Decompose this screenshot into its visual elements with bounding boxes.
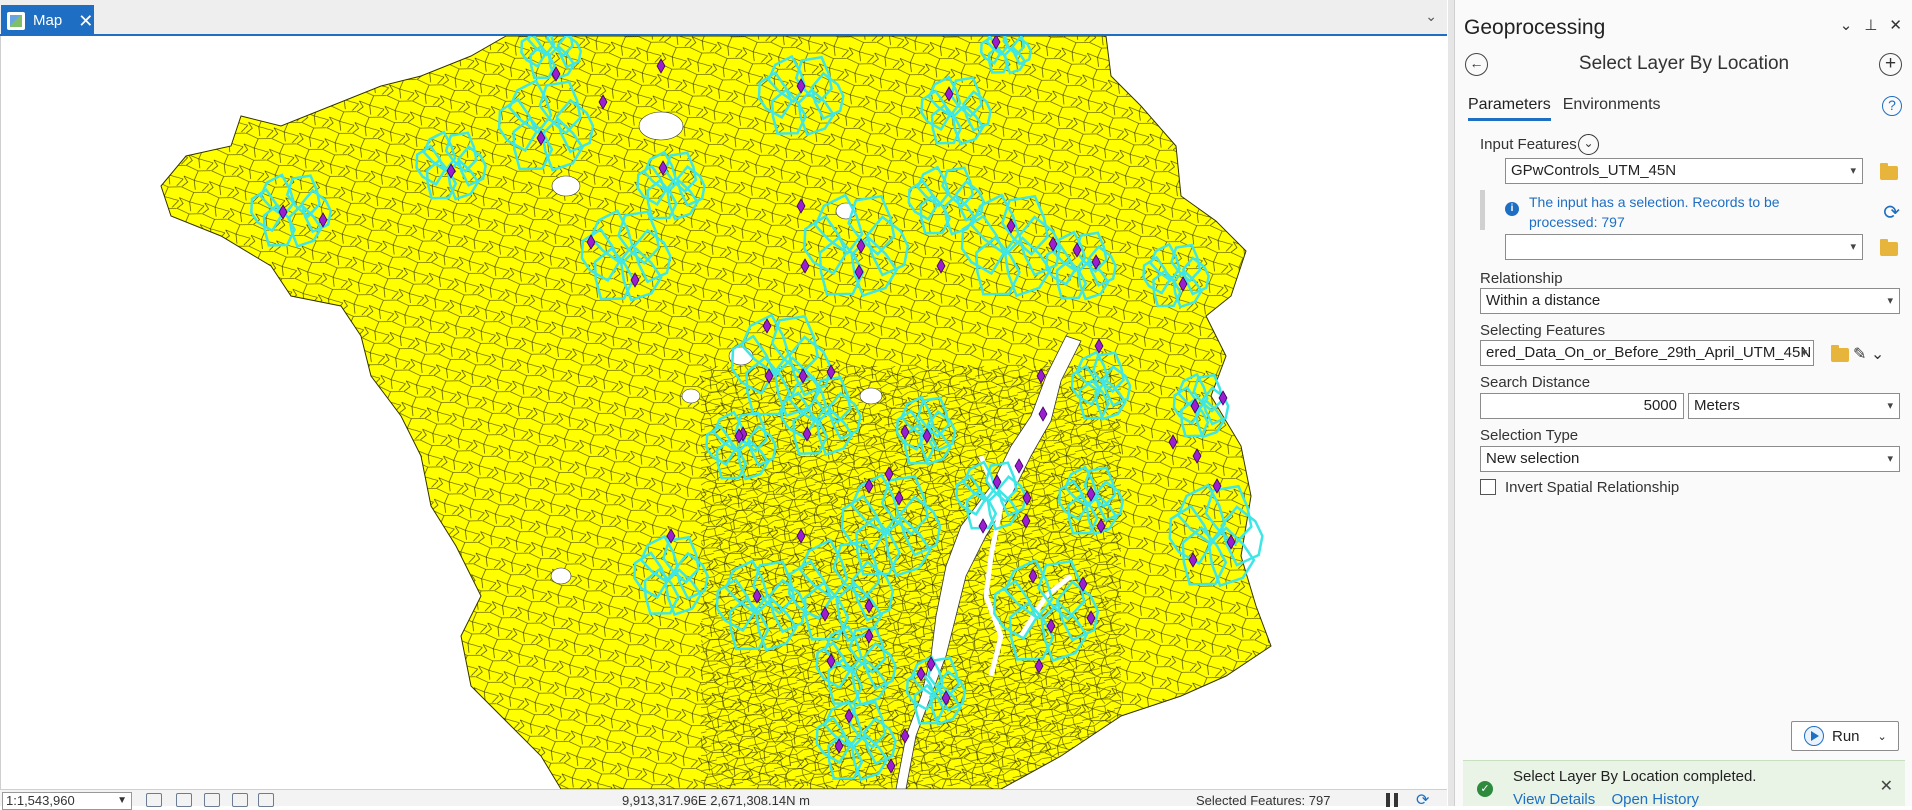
north-arrow-icon[interactable] <box>258 793 274 807</box>
chevron-down-icon: ▾ <box>1850 165 1856 177</box>
help-icon[interactable]: ? <box>1882 96 1902 116</box>
view-details-link[interactable]: View Details <box>1513 791 1595 808</box>
input-features-select-2[interactable]: ▾ <box>1505 234 1863 260</box>
table-icon[interactable] <box>176 793 192 807</box>
pane-controls: ⌄ ⊥ ✕ <box>1840 16 1902 34</box>
chevron-down-icon: ▾ <box>1850 241 1856 253</box>
map-view[interactable] <box>0 36 1447 789</box>
pane-options-chevron-icon[interactable]: ⌄ <box>1840 16 1853 34</box>
map-tab-bar: Map ✕ ⌄ <box>0 0 1447 36</box>
success-message: ✓ Select Layer By Location completed. Vi… <box>1463 760 1905 808</box>
status-bar: 1:1,543,960 ▼ 9,913,317.96E 2,671,308.14… <box>0 789 1447 810</box>
search-distance-input[interactable]: 5000 <box>1480 393 1684 419</box>
scale-selector[interactable]: 1:1,543,960 ▼ <box>2 792 132 810</box>
chevron-down-icon[interactable]: ⌄ <box>1425 8 1437 25</box>
message-links: View Details Open History <box>1513 791 1711 808</box>
selection-type-label: Selection Type <box>1480 427 1579 444</box>
chevron-down-icon: ▾ <box>1887 453 1893 465</box>
selection-type-select[interactable]: New selection ▾ <box>1480 446 1900 472</box>
relationship-value: Within a distance <box>1486 292 1601 309</box>
water-body <box>638 111 684 141</box>
message-text: Select Layer By Location completed. <box>1513 768 1757 785</box>
info-icon: i <box>1505 202 1519 216</box>
tab-map[interactable]: Map ✕ <box>1 5 94 36</box>
chevron-down-icon[interactable]: ⌄ <box>1578 134 1599 155</box>
folder-icon[interactable] <box>1880 239 1898 256</box>
relationship-label: Relationship <box>1480 270 1563 287</box>
run-button[interactable]: Run ⌄ <box>1791 721 1899 751</box>
chevron-down-icon: ▾ <box>1887 400 1893 412</box>
water-body <box>550 567 572 585</box>
pin-icon[interactable]: ⊥ <box>1864 16 1877 34</box>
relationship-select[interactable]: Within a distance ▾ <box>1480 288 1900 314</box>
chevron-down-icon: ▾ <box>1887 295 1893 307</box>
water-body <box>681 388 701 404</box>
selection-info-text: The input has a selection. Records to be… <box>1529 194 1780 230</box>
folder-icon[interactable] <box>1880 163 1898 180</box>
check-circle-icon: ✓ <box>1477 781 1493 797</box>
selecting-features-label: Selecting Features <box>1480 322 1606 339</box>
snapping-icon[interactable] <box>204 793 220 807</box>
invert-label: Invert Spatial Relationship <box>1505 479 1680 496</box>
input-features-label: Input Features <box>1480 136 1577 153</box>
distance-unit-value: Meters <box>1694 397 1740 414</box>
selecting-features-value: ered_Data_On_or_Before_29th_April_UTM_45… <box>1486 344 1812 361</box>
sketch-tool-icon[interactable]: ✎ ⌄ <box>1853 344 1884 364</box>
district-polygons-layer <box>160 36 1272 789</box>
plus-icon: + <box>1884 53 1897 74</box>
pane-tabs: Parameters Environments <box>1468 96 1661 121</box>
invert-checkbox[interactable] <box>1480 479 1496 495</box>
distance-unit-select[interactable]: Meters ▾ <box>1688 393 1900 419</box>
close-icon[interactable]: ✕ <box>1880 776 1893 796</box>
constraints-icon[interactable] <box>232 793 248 807</box>
refresh-icon[interactable]: ⟳ <box>1883 200 1900 225</box>
run-label: Run <box>1832 727 1860 745</box>
input-features-value: GPwControls_UTM_45N <box>1511 162 1677 179</box>
tab-environments[interactable]: Environments <box>1563 96 1661 121</box>
chevron-down-icon: ▾ <box>1801 347 1807 359</box>
map-icon <box>7 11 25 30</box>
selection-type-value: New selection <box>1486 450 1580 467</box>
tab-parameters[interactable]: Parameters <box>1468 96 1551 121</box>
water-body <box>551 175 581 197</box>
folder-icon[interactable] <box>1831 345 1849 362</box>
water-body <box>859 387 883 405</box>
close-icon[interactable]: ✕ <box>78 12 93 30</box>
selecting-features-select[interactable]: ered_Data_On_or_Before_29th_April_UTM_45… <box>1480 340 1814 366</box>
pause-icon[interactable] <box>1386 793 1398 807</box>
open-history-link[interactable]: Open History <box>1611 791 1699 808</box>
pane-title: Geoprocessing <box>1464 16 1606 39</box>
geoprocessing-pane: Geoprocessing ⌄ ⊥ ✕ ← Select Layer By Lo… <box>1448 0 1912 808</box>
tool-title: Select Layer By Location <box>1578 53 1790 74</box>
search-distance-value: 5000 <box>1643 397 1677 414</box>
refresh-icon[interactable]: ⟳ <box>1416 790 1429 810</box>
input-features-select[interactable]: GPwControls_UTM_45N ▾ <box>1505 158 1863 184</box>
close-icon[interactable]: ✕ <box>1889 16 1902 34</box>
grid-icon[interactable] <box>146 793 162 807</box>
tab-map-label: Map <box>33 12 63 29</box>
info-bar <box>1480 190 1485 230</box>
search-distance-label: Search Distance <box>1480 374 1591 391</box>
chevron-down-icon: ▼ <box>117 795 127 806</box>
chevron-down-icon[interactable]: ⌄ <box>1878 730 1887 743</box>
play-icon <box>1804 726 1824 746</box>
map-canvas[interactable] <box>1 36 1447 789</box>
pane-splitter[interactable] <box>1448 0 1454 806</box>
add-button[interactable]: + <box>1879 53 1902 76</box>
